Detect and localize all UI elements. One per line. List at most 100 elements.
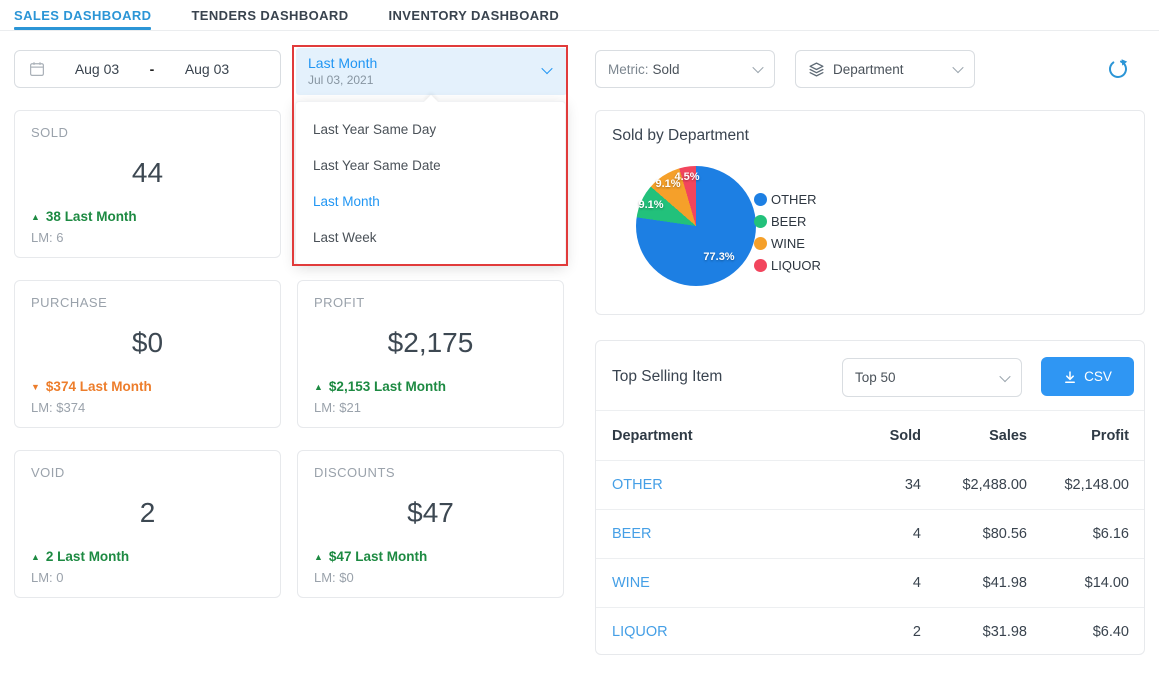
- pie-slice-label-liquor: 4.5%: [674, 171, 699, 183]
- legend-label: LIQUOR: [771, 258, 821, 273]
- tab-tenders-dashboard[interactable]: TENDERS DASHBOARD: [191, 0, 348, 30]
- period-selected-date: Jul 03, 2021: [308, 72, 555, 88]
- stat-value: $47: [314, 497, 547, 529]
- calendar-icon: [28, 60, 46, 78]
- legend-label: OTHER: [771, 192, 817, 207]
- department-link-other[interactable]: OTHER: [612, 477, 831, 493]
- stat-trend: ▲ 2 Last Month: [31, 549, 264, 564]
- legend-item-liquor[interactable]: LIQUOR: [754, 254, 821, 276]
- stat-label: VOID: [31, 465, 264, 480]
- menu-item-last-year-same-day[interactable]: Last Year Same Day: [296, 111, 565, 147]
- stat-trend: ▲ 38 Last Month: [31, 209, 264, 224]
- csv-export-button[interactable]: CSV: [1041, 357, 1134, 396]
- csv-button-label: CSV: [1084, 369, 1112, 384]
- grouping-select[interactable]: Department: [795, 50, 975, 88]
- stat-value: 44: [31, 157, 264, 189]
- tab-sales-dashboard[interactable]: SALES DASHBOARD: [14, 0, 151, 30]
- menu-item-last-month[interactable]: Last Month: [296, 183, 565, 219]
- sold-cell: 4: [831, 526, 921, 542]
- pie-section-title: Sold by Department: [612, 127, 749, 145]
- department-link-beer[interactable]: BEER: [612, 526, 831, 542]
- column-header-sales: Sales: [921, 428, 1027, 444]
- legend-item-wine[interactable]: WINE: [754, 232, 821, 254]
- trend-text: 38 Last Month: [46, 209, 137, 224]
- top-range-value: Top 50: [855, 370, 896, 385]
- stat-value: $0: [31, 327, 264, 359]
- trend-text: $47 Last Month: [329, 549, 427, 564]
- stat-label: PROFIT: [314, 295, 547, 310]
- stat-label: PURCHASE: [31, 295, 264, 310]
- stat-label: SOLD: [31, 125, 264, 140]
- sales-cell: $2,488.00: [921, 477, 1027, 493]
- trend-text: 2 Last Month: [46, 549, 129, 564]
- table-row: WINE 4 $41.98 $14.00: [596, 558, 1144, 607]
- stat-card-sold: SOLD 44 ▲ 38 Last Month LM: 6: [14, 110, 281, 258]
- top-range-select[interactable]: Top 50: [842, 358, 1022, 397]
- chevron-down-icon: [752, 62, 763, 73]
- department-link-wine[interactable]: WINE: [612, 575, 831, 591]
- department-link-liquor[interactable]: LIQUOR: [612, 624, 831, 640]
- sales-dashboard-screen: SALES DASHBOARD TENDERS DASHBOARD INVENT…: [0, 0, 1159, 673]
- legend-item-beer[interactable]: BEER: [754, 210, 821, 232]
- date-separator: -: [142, 61, 162, 77]
- sales-cell: $31.98: [921, 624, 1027, 640]
- profit-cell: $6.16: [1027, 526, 1129, 542]
- stat-value: $2,175: [314, 327, 547, 359]
- stat-last-month-value: LM: $0: [314, 570, 547, 585]
- sales-cell: $41.98: [921, 575, 1027, 591]
- stat-card-discounts: DISCOUNTS $47 ▲ $47 Last Month LM: $0: [297, 450, 564, 598]
- stat-trend: ▲ $2,153 Last Month: [314, 379, 547, 394]
- column-header-department: Department: [612, 428, 831, 444]
- legend-dot: [754, 193, 767, 206]
- trend-up-icon: ▲: [31, 552, 40, 562]
- refresh-button[interactable]: [1106, 56, 1132, 82]
- period-dropdown-menu: Last Year Same Day Last Year Same Date L…: [295, 101, 566, 265]
- sold-cell: 34: [831, 477, 921, 493]
- sold-cell: 2: [831, 624, 921, 640]
- legend-dot: [754, 237, 767, 250]
- menu-item-last-year-same-date[interactable]: Last Year Same Date: [296, 147, 565, 183]
- stat-value: 2: [31, 497, 264, 529]
- refresh-icon: [1106, 57, 1132, 81]
- column-header-profit: Profit: [1027, 428, 1129, 444]
- metric-select[interactable]: Metric: Sold: [595, 50, 775, 88]
- pie-slice-label-beer: 9.1%: [638, 199, 663, 211]
- date-range-picker[interactable]: Aug 03 - Aug 03: [14, 50, 281, 88]
- table-row: OTHER 34 $2,488.00 $2,148.00: [596, 460, 1144, 509]
- date-start[interactable]: Aug 03: [52, 61, 142, 77]
- tab-inventory-dashboard[interactable]: INVENTORY DASHBOARD: [389, 0, 560, 30]
- stat-trend: ▼ $374 Last Month: [31, 379, 264, 394]
- menu-item-last-week[interactable]: Last Week: [296, 219, 565, 255]
- legend-item-other[interactable]: OTHER: [754, 188, 821, 210]
- pie-slice-label-other: 77.3%: [703, 251, 734, 263]
- period-selected-label: Last Month: [308, 54, 555, 72]
- trend-up-icon: ▲: [314, 552, 323, 562]
- pie-legend: OTHER BEER WINE LIQUOR: [754, 188, 821, 276]
- legend-dot: [754, 215, 767, 228]
- trend-text: $374 Last Month: [46, 379, 152, 394]
- stat-last-month-value: LM: $21: [314, 400, 547, 415]
- stat-label: DISCOUNTS: [314, 465, 547, 480]
- layers-icon: [808, 61, 825, 78]
- top-selling-header: Top Selling Item Top 50 CSV: [596, 341, 1144, 411]
- metric-select-label: Metric:: [608, 62, 649, 77]
- chevron-down-icon: [952, 62, 963, 73]
- legend-dot: [754, 259, 767, 272]
- stat-card-void: VOID 2 ▲ 2 Last Month LM: 0: [14, 450, 281, 598]
- profit-cell: $2,148.00: [1027, 477, 1129, 493]
- stat-card-purchase: PURCHASE $0 ▼ $374 Last Month LM: $374: [14, 280, 281, 428]
- period-select[interactable]: Last Month Jul 03, 2021: [296, 48, 567, 95]
- sold-by-department-card: Sold by Department 77.3% 9.1% 9.1% 4.5% …: [595, 110, 1145, 315]
- table-header-row: Department Sold Sales Profit: [596, 411, 1144, 460]
- top-selling-title: Top Selling Item: [612, 368, 722, 386]
- sold-cell: 4: [831, 575, 921, 591]
- top-selling-item-card: Top Selling Item Top 50 CSV Department: [595, 340, 1145, 655]
- table-row: LIQUOR 2 $31.98 $6.40: [596, 607, 1144, 656]
- metric-select-value: Sold: [653, 62, 680, 77]
- date-end[interactable]: Aug 03: [162, 61, 252, 77]
- legend-label: WINE: [771, 236, 805, 251]
- stat-last-month-value: LM: $374: [31, 400, 264, 415]
- trend-up-icon: ▲: [314, 382, 323, 392]
- pie-chart[interactable]: [636, 166, 756, 286]
- grouping-select-value: Department: [833, 62, 904, 77]
